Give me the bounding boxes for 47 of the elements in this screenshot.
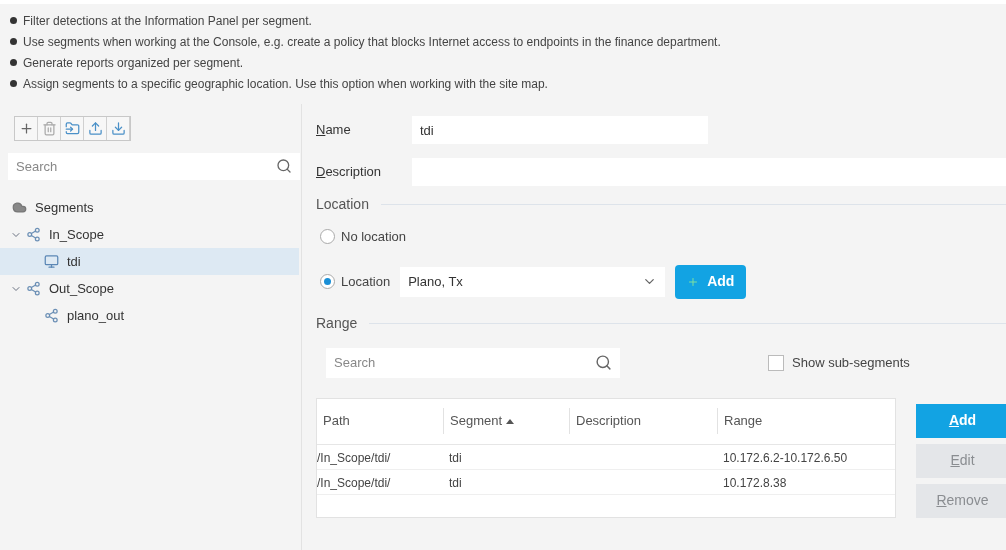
add-icon: [18, 121, 34, 136]
table-cell: tdi: [449, 450, 462, 465]
search-field[interactable]: Search: [8, 153, 300, 180]
segment-icon: [44, 308, 59, 323]
bullet-text: Use segments when working at the Console, e.g. create a policy that blocks Internet access to endpoints in the finance department.: [23, 33, 721, 51]
table-cell: /In_Scope/tdi/: [317, 450, 391, 465]
radio-option[interactable]: No location: [320, 227, 407, 247]
bullet-text: Generate reports organized per segment.: [23, 54, 244, 72]
trash-icon: [41, 121, 57, 136]
tree-item[interactable]: Out_Scope: [0, 275, 299, 302]
column-header[interactable]: Description: [569, 408, 717, 434]
bullet-text: Assign segments to a specific geographic location. Use this option when working with the site map.: [23, 75, 548, 93]
tree-root-label: Segments: [35, 198, 94, 217]
tree-item[interactable]: In_Scope: [0, 221, 299, 248]
bullet-icon: [10, 38, 17, 45]
segment-icon: [26, 281, 41, 296]
radio-option[interactable]: Location: [320, 271, 391, 292]
column-header[interactable]: Range: [717, 408, 895, 434]
field-label: Description: [316, 163, 383, 182]
search-icon[interactable]: [276, 158, 292, 174]
search-icon[interactable]: [595, 353, 612, 371]
column-header[interactable]: Segment: [443, 408, 569, 434]
section-heading: Location: [316, 195, 369, 214]
plus-icon: [687, 275, 700, 288]
table-cell: tdi: [449, 475, 462, 490]
name-field[interactable]: tdi: [412, 116, 708, 144]
bullet-icon: [10, 80, 17, 87]
table-cell: 10.172.8.38: [723, 475, 787, 490]
upload-icon: [87, 121, 103, 136]
segment-icon: [26, 227, 41, 242]
download-icon: [110, 121, 126, 136]
column-header[interactable]: Path: [317, 408, 443, 434]
tree-item[interactable]: tdi: [0, 248, 299, 275]
cloud-icon: [12, 200, 27, 215]
bullet-icon: [10, 59, 17, 66]
bullet-icon: [10, 17, 17, 24]
table-cell: /In_Scope/tdi/: [317, 475, 391, 490]
field-label: Name: [316, 121, 352, 140]
monitor-icon: [44, 254, 59, 269]
location-dropdown[interactable]: Plano, Tx: [400, 266, 666, 297]
table-cell: 10.172.6.2-10.172.6.50: [723, 450, 848, 465]
section-heading: Range: [316, 313, 358, 333]
search-field[interactable]: Search: [326, 347, 620, 378]
checkbox[interactable]: Show sub-segments: [768, 352, 910, 373]
bullet-text: Filter detections at the Information Panel per segment.: [23, 12, 312, 30]
folder-arrow-icon: [64, 121, 80, 136]
tree-item[interactable]: plano_out: [0, 302, 299, 329]
